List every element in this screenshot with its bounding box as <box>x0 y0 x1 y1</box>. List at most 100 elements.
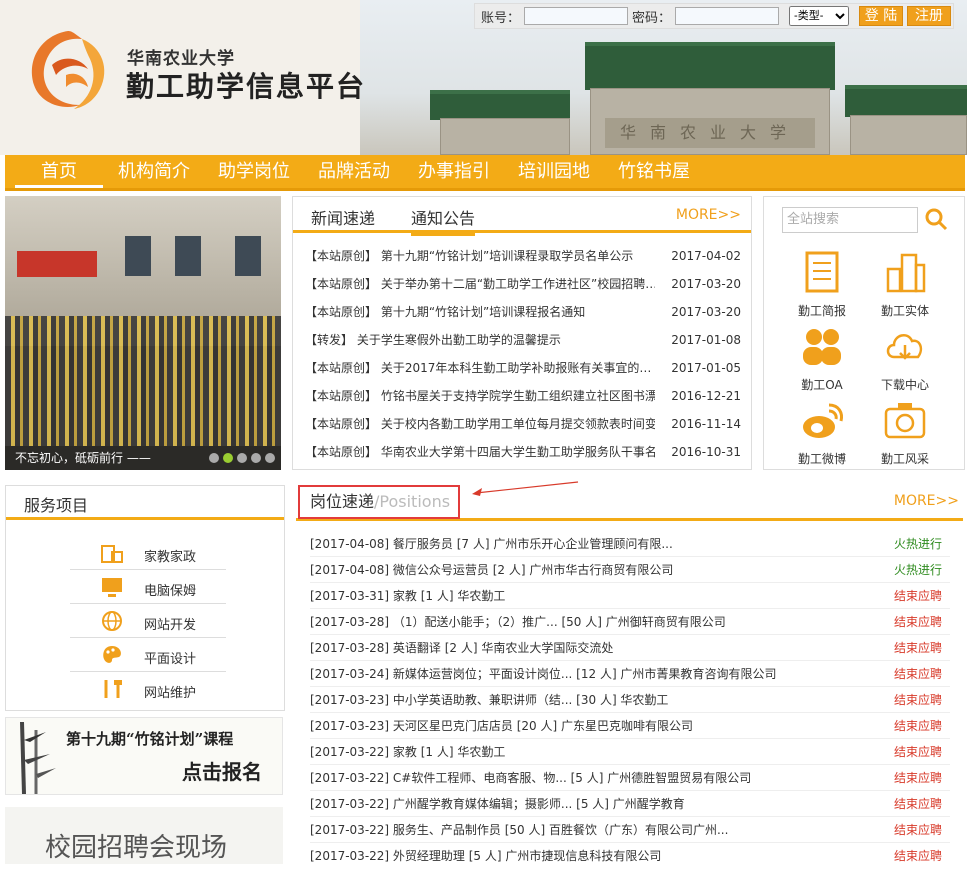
position-text[interactable]: [2017-03-22] 外贸经理助理 [5 人] 广州市捷现信息科技有限公司 <box>310 843 870 869</box>
service-item[interactable]: 电脑保姆 <box>70 570 226 604</box>
news-item[interactable]: 【本站原创】 关于2017年本科生勤工助学补助报账有关事宜的… 2017-01-0… <box>305 354 747 382</box>
news-title[interactable]: 【本站原创】 第十九期“竹铭计划”培训课程录取学员名单公示 <box>305 242 655 270</box>
nav-bookhouse[interactable]: 竹铭书屋 <box>618 155 690 188</box>
positions-more-link[interactable]: MORE>> <box>894 493 959 509</box>
position-text[interactable]: [2017-04-08] 餐厅服务员 [7 人] 广州市乐开心企业管理顾问有限.… <box>310 531 870 557</box>
news-item[interactable]: 【转发】 关于学生寒假外出勤工助学的温馨提示 2017-01-08 <box>305 326 747 354</box>
position-text[interactable]: [2017-03-22] 服务生、产品制作员 [50 人] 百胜餐饮（广东）有限… <box>310 817 870 843</box>
search-icon[interactable] <box>924 207 948 231</box>
news-item[interactable]: 【本站原创】 关于校内各勤工助学用工单位每月提交领款表时间变… 2016-11-1… <box>305 410 747 438</box>
slide-banner-red <box>17 251 97 277</box>
quick-weibo[interactable]: 勤工微博 <box>787 397 857 467</box>
position-row[interactable]: [2017-04-08] 餐厅服务员 [7 人] 广州市乐开心企业管理顾问有限.… <box>310 531 950 557</box>
position-status: 结束应聘 <box>893 667 942 681</box>
zhuming-banner[interactable]: 第十九期“竹铭计划”课程 点击报名 <box>5 717 283 795</box>
position-text[interactable]: [2017-03-22] 广州醒学教育媒体编辑；摄影师... [5 人] 广州醒… <box>310 791 870 817</box>
news-title[interactable]: 【转发】 关于学生寒假外出勤工助学的温馨提示 <box>305 326 655 354</box>
gate-pillar-left <box>440 118 570 155</box>
position-row[interactable]: [2017-03-31] 家教 [1 人] 华农勤工 结束应聘 <box>310 583 950 609</box>
position-text[interactable]: [2017-04-08] 微信公众号运营员 [2 人] 广州市华古行商贸有限公司 <box>310 557 870 583</box>
nav-home[interactable]: 首页 <box>15 155 103 188</box>
news-title[interactable]: 【本站原创】 第十九期“竹铭计划”培训课程报名通知 <box>305 298 655 326</box>
palette-icon <box>103 646 121 663</box>
slide-dot-active[interactable] <box>223 453 233 463</box>
nav-positions[interactable]: 助学岗位 <box>218 155 290 188</box>
news-item[interactable]: 【本站原创】 华南农业大学第十四届大学生勤工助学服务队干事名… 2016-10-3… <box>305 438 747 466</box>
gate-roof-right <box>845 85 967 117</box>
university-logo-icon[interactable] <box>22 25 114 113</box>
news-item[interactable]: 【本站原创】 第十九期“竹铭计划”培训课程录取学员名单公示 2017-04-02 <box>305 242 747 270</box>
site-header: 华南农业大学 华南农业大学 勤工助学信息平台 账号： 密码： -类型- 登 陆 … <box>0 0 967 155</box>
position-row[interactable]: [2017-04-08] 微信公众号运营员 [2 人] 广州市华古行商贸有限公司… <box>310 557 950 583</box>
slide-dot[interactable] <box>237 453 247 463</box>
news-date: 2017-03-20 <box>671 305 741 319</box>
position-row[interactable]: [2017-03-22] 服务生、产品制作员 [50 人] 百胜餐饮（广东）有限… <box>310 817 950 843</box>
position-text[interactable]: [2017-03-31] 家教 [1 人] 华农勤工 <box>310 583 870 609</box>
service-item[interactable]: 家教家政 <box>70 536 226 570</box>
gate-roof-left <box>430 90 570 120</box>
position-text[interactable]: [2017-03-28] 英语翻译 [2 人] 华南农业大学国际交流处 <box>310 635 870 661</box>
position-row[interactable]: [2017-03-24] 新媒体运营岗位；平面设计岗位... [12 人] 广州… <box>310 661 950 687</box>
photo-slider[interactable]: 不忘初心，砥砺前行 —— <box>5 196 281 470</box>
site-search-input[interactable]: 全站搜索 <box>782 207 918 233</box>
quick-gallery[interactable]: 勤工风采 <box>870 397 940 467</box>
position-status: 火热进行 <box>893 537 942 551</box>
service-item[interactable]: 网站维护 <box>70 672 226 706</box>
news-title[interactable]: 【本站原创】 关于举办第十二届“勤工助学工作进社区”校园招聘… <box>305 270 655 298</box>
quick-oa[interactable]: 勤工OA <box>787 323 857 393</box>
nav-guide[interactable]: 办事指引 <box>418 155 490 188</box>
nav-activities[interactable]: 品牌活动 <box>318 155 390 188</box>
newspaper-icon <box>805 251 839 293</box>
nav-training[interactable]: 培训园地 <box>518 155 590 188</box>
register-button[interactable]: 注册 <box>907 6 952 26</box>
position-row[interactable]: [2017-03-22] 广州醒学教育媒体编辑；摄影师... [5 人] 广州醒… <box>310 791 950 817</box>
position-row[interactable]: [2017-03-23] 中小学英语助教、兼职讲师（结... [30 人] 华农… <box>310 687 950 713</box>
gate-pillar-right <box>850 115 967 155</box>
position-text[interactable]: [2017-03-28] （1）配送小能手；（2）推广... [50 人] 广州… <box>310 609 870 635</box>
position-status: 结束应聘 <box>893 823 942 837</box>
news-title[interactable]: 【本站原创】 竹铭书屋关于支持学院学生勤工组织建立社区图书漂… <box>305 382 655 410</box>
news-date: 2016-12-21 <box>671 389 741 403</box>
news-more-link[interactable]: MORE>> <box>676 207 741 223</box>
quick-entity[interactable]: 勤工实体 <box>870 249 940 319</box>
position-text[interactable]: [2017-03-22] C#软件工程师、电商客服、物... [5 人] 广州德… <box>310 765 870 791</box>
quick-briefing[interactable]: 勤工简报 <box>787 249 857 319</box>
zhuming-cta[interactable]: 点击报名 <box>182 756 262 785</box>
password-input[interactable] <box>675 7 780 25</box>
position-status: 结束应聘 <box>893 745 942 759</box>
services-title: 服务项目 <box>6 486 284 520</box>
quick-download[interactable]: 下载中心 <box>870 323 940 393</box>
slide-window <box>175 236 201 276</box>
quick-label: 勤工OA <box>801 378 843 392</box>
slide-dot[interactable] <box>209 453 219 463</box>
position-row[interactable]: [2017-03-28] 英语翻译 [2 人] 华南农业大学国际交流处 结束应聘 <box>310 635 950 661</box>
news-item[interactable]: 【本站原创】 竹铭书屋关于支持学院学生勤工组织建立社区图书漂… 2016-12-2… <box>305 382 747 410</box>
account-input[interactable] <box>524 7 629 25</box>
position-row[interactable]: [2017-03-22] 家教 [1 人] 华农勤工 结束应聘 <box>310 739 950 765</box>
position-text[interactable]: [2017-03-24] 新媒体运营岗位；平面设计岗位... [12 人] 广州… <box>310 661 870 687</box>
quick-label: 勤工微博 <box>797 452 846 466</box>
news-title[interactable]: 【本站原创】 关于校内各勤工助学用工单位每月提交领款表时间变… <box>305 410 655 438</box>
service-item[interactable]: 网站开发 <box>70 604 226 638</box>
news-title[interactable]: 【本站原创】 华南农业大学第十四届大学生勤工助学服务队干事名… <box>305 438 655 466</box>
news-title[interactable]: 【本站原创】 关于2017年本科生勤工助学补助报账有关事宜的… <box>305 354 655 382</box>
login-button[interactable]: 登 陆 <box>859 6 904 26</box>
news-item[interactable]: 【本站原创】 关于举办第十二届“勤工助学工作进社区”校园招聘… 2017-03-2… <box>305 270 747 298</box>
position-row[interactable]: [2017-03-22] 外贸经理助理 [5 人] 广州市捷现信息科技有限公司 结… <box>310 843 950 869</box>
position-text[interactable]: [2017-03-23] 中小学英语助教、兼职讲师（结... [30 人] 华农… <box>310 687 870 713</box>
campus-banner[interactable]: 校园招聘会现场 <box>5 807 283 864</box>
tab-news[interactable]: 新闻速递 <box>311 205 375 229</box>
news-date: 2017-01-08 <box>671 333 741 347</box>
news-item[interactable]: 【本站原创】 第十九期“竹铭计划”培训课程报名通知 2017-03-20 <box>305 298 747 326</box>
slide-dot[interactable] <box>265 453 275 463</box>
position-text[interactable]: [2017-03-23] 天河区星巴克门店店员 [20 人] 广东星巴克咖啡有限… <box>310 713 870 739</box>
nav-about[interactable]: 机构简介 <box>118 155 190 188</box>
position-text[interactable]: [2017-03-22] 家教 [1 人] 华农勤工 <box>310 739 870 765</box>
tab-notices[interactable]: 通知公告 <box>411 205 476 236</box>
type-select[interactable]: -类型- <box>789 6 850 26</box>
slide-dot[interactable] <box>251 453 261 463</box>
position-row[interactable]: [2017-03-23] 天河区星巴克门店店员 [20 人] 广东星巴克咖啡有限… <box>310 713 950 739</box>
position-row[interactable]: [2017-03-28] （1）配送小能手；（2）推广... [50 人] 广州… <box>310 609 950 635</box>
service-item[interactable]: 平面设计 <box>70 638 226 672</box>
position-row[interactable]: [2017-03-22] C#软件工程师、电商客服、物... [5 人] 广州德… <box>310 765 950 791</box>
